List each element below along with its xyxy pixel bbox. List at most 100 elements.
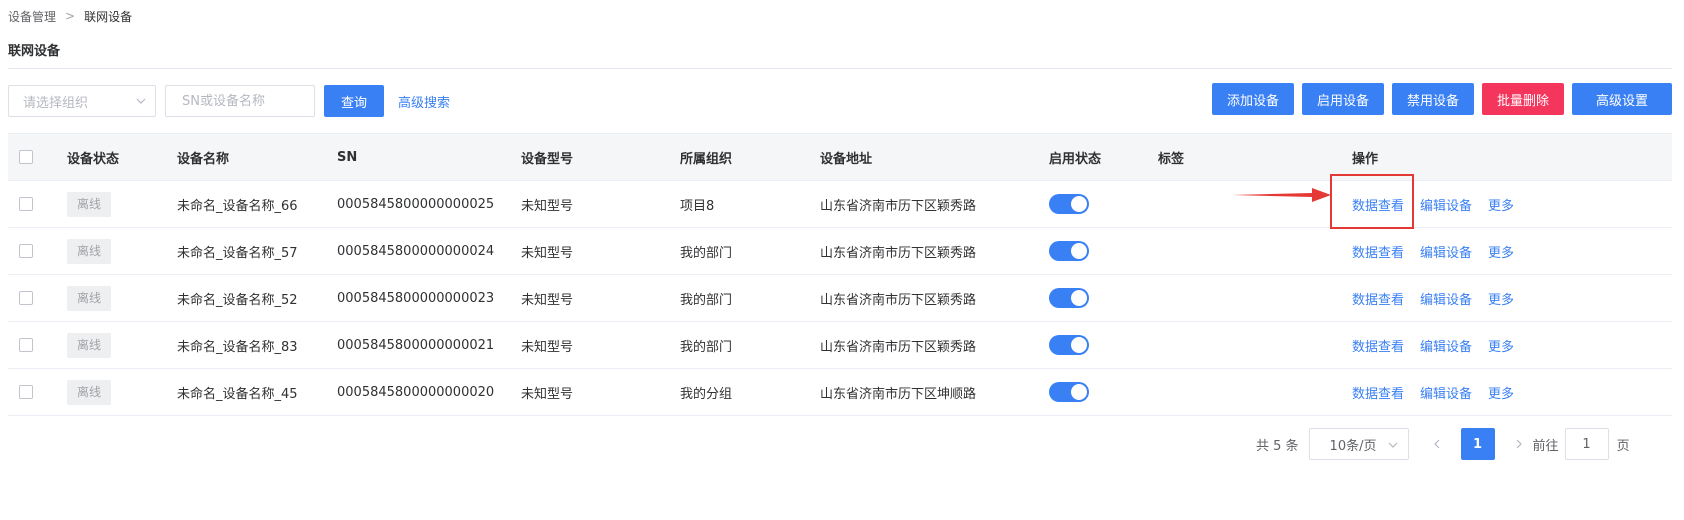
device-org: 我的部门 <box>680 321 820 369</box>
device-address: 山东省济南市历下区坤顺路 <box>820 368 1049 416</box>
table-row: 离线 未命名_设备名称_57 0005845800000000024 未知型号 … <box>8 227 1672 275</box>
device-name: 未命名_设备名称_45 <box>177 368 337 416</box>
table-row: 离线 未命名_设备名称_83 0005845800000000021 未知型号 … <box>8 321 1672 369</box>
toggle-knob <box>1071 384 1087 400</box>
breadcrumb: 设备管理 > 联网设备 <box>8 6 132 26</box>
toggle-knob <box>1071 290 1087 306</box>
device-tags <box>1158 368 1352 416</box>
table-header-row: 设备状态 设备名称 SN 设备型号 所属组织 设备地址 启用状态 标签 操作 <box>8 133 1672 181</box>
device-model: 未知型号 <box>521 180 680 228</box>
org-select[interactable]: 请选择组织 <box>8 85 156 117</box>
filter-toolbar: 请选择组织 查询 高级搜索 <box>8 85 450 117</box>
device-model: 未知型号 <box>521 368 680 416</box>
goto-page-input[interactable] <box>1564 428 1609 460</box>
device-model: 未知型号 <box>521 274 680 322</box>
edit-device-link[interactable]: 编辑设备 <box>1420 246 1472 261</box>
breadcrumb-current: 联网设备 <box>84 9 133 24</box>
more-link[interactable]: 更多 <box>1488 340 1514 355</box>
enable-toggle[interactable] <box>1049 382 1089 402</box>
more-link[interactable]: 更多 <box>1488 199 1514 214</box>
device-sn: 0005845800000000025 <box>337 180 521 228</box>
enable-toggle[interactable] <box>1049 288 1089 308</box>
toggle-knob <box>1071 243 1087 259</box>
device-org: 我的部门 <box>680 274 820 322</box>
device-name: 未命名_设备名称_52 <box>177 274 337 322</box>
device-sn: 0005845800000000020 <box>337 368 521 416</box>
col-operations: 操作 <box>1352 133 1672 181</box>
device-model: 未知型号 <box>521 321 680 369</box>
device-tags <box>1158 180 1352 228</box>
batch-delete-button[interactable]: 批量删除 <box>1482 83 1564 115</box>
device-address: 山东省济南市历下区颖秀路 <box>820 180 1049 228</box>
device-address: 山东省济南市历下区颖秀路 <box>820 274 1049 322</box>
device-address: 山东省济南市历下区颖秀路 <box>820 227 1049 275</box>
search-input[interactable] <box>165 85 315 117</box>
col-org: 所属组织 <box>680 133 820 181</box>
page-title: 联网设备 <box>8 44 61 59</box>
enable-toggle[interactable] <box>1049 194 1089 214</box>
data-view-link[interactable]: 数据查看 <box>1352 340 1404 355</box>
status-badge: 离线 <box>67 332 111 358</box>
device-tags <box>1158 274 1352 322</box>
edit-device-link[interactable]: 编辑设备 <box>1420 387 1472 402</box>
pagination: 共 5 条 10条/页 1 前往 页 <box>1256 428 1630 460</box>
enable-device-button[interactable]: 启用设备 <box>1302 83 1384 115</box>
edit-device-link[interactable]: 编辑设备 <box>1420 340 1472 355</box>
advanced-settings-button[interactable]: 高级设置 <box>1572 83 1672 115</box>
page-size-value: 10条/页 <box>1329 438 1377 454</box>
disable-device-button[interactable]: 禁用设备 <box>1392 83 1474 115</box>
enable-toggle[interactable] <box>1049 335 1089 355</box>
enable-toggle[interactable] <box>1049 241 1089 261</box>
chevron-right-icon: > <box>65 9 76 23</box>
device-name: 未命名_设备名称_83 <box>177 321 337 369</box>
row-checkbox[interactable] <box>19 244 33 258</box>
add-device-button[interactable]: 添加设备 <box>1212 83 1294 115</box>
chevron-down-icon <box>136 98 146 104</box>
edit-device-link[interactable]: 编辑设备 <box>1420 293 1472 308</box>
next-page-button[interactable] <box>1505 428 1533 460</box>
table-row: 离线 未命名_设备名称_52 0005845800000000023 未知型号 … <box>8 274 1672 322</box>
col-enabled: 启用状态 <box>1049 133 1158 181</box>
col-status: 设备状态 <box>67 133 177 181</box>
device-sn: 0005845800000000021 <box>337 321 521 369</box>
data-view-link[interactable]: 数据查看 <box>1352 246 1404 261</box>
advanced-search-link[interactable]: 高级搜索 <box>398 92 450 111</box>
breadcrumb-parent[interactable]: 设备管理 <box>8 8 56 25</box>
row-checkbox[interactable] <box>19 385 33 399</box>
col-model: 设备型号 <box>521 133 680 181</box>
edit-device-link[interactable]: 编辑设备 <box>1420 199 1472 214</box>
prev-page-button[interactable] <box>1423 428 1451 460</box>
chevron-right-icon <box>1516 439 1522 449</box>
device-sn: 0005845800000000023 <box>337 274 521 322</box>
chevron-left-icon <box>1433 439 1439 449</box>
page-suffix: 页 <box>1616 438 1630 454</box>
data-view-link[interactable]: 数据查看 <box>1352 199 1404 214</box>
device-org: 我的部门 <box>680 227 820 275</box>
select-all-checkbox[interactable] <box>19 150 33 164</box>
toggle-knob <box>1071 196 1087 212</box>
status-badge: 离线 <box>67 379 111 405</box>
device-name: 未命名_设备名称_57 <box>177 227 337 275</box>
row-checkbox[interactable] <box>19 338 33 352</box>
device-table: 设备状态 设备名称 SN 设备型号 所属组织 设备地址 启用状态 标签 操作 离… <box>8 133 1672 416</box>
col-sn: SN <box>337 133 521 181</box>
data-view-link[interactable]: 数据查看 <box>1352 293 1404 308</box>
more-link[interactable]: 更多 <box>1488 293 1514 308</box>
pagination-total: 共 5 条 <box>1256 438 1299 454</box>
more-link[interactable]: 更多 <box>1488 387 1514 402</box>
col-name: 设备名称 <box>177 133 337 181</box>
query-button[interactable]: 查询 <box>324 85 384 117</box>
table-row: 离线 未命名_设备名称_45 0005845800000000020 未知型号 … <box>8 368 1672 416</box>
page-number-button[interactable]: 1 <box>1460 428 1495 460</box>
row-checkbox[interactable] <box>19 291 33 305</box>
device-org: 项目8 <box>680 180 820 228</box>
device-org: 我的分组 <box>680 368 820 416</box>
data-view-link[interactable]: 数据查看 <box>1352 387 1404 402</box>
device-sn: 0005845800000000024 <box>337 227 521 275</box>
col-address: 设备地址 <box>820 133 1049 181</box>
more-link[interactable]: 更多 <box>1488 246 1514 261</box>
divider <box>8 68 1672 69</box>
device-tags <box>1158 227 1352 275</box>
row-checkbox[interactable] <box>19 197 33 211</box>
page-size-select[interactable]: 10条/页 <box>1308 428 1409 460</box>
